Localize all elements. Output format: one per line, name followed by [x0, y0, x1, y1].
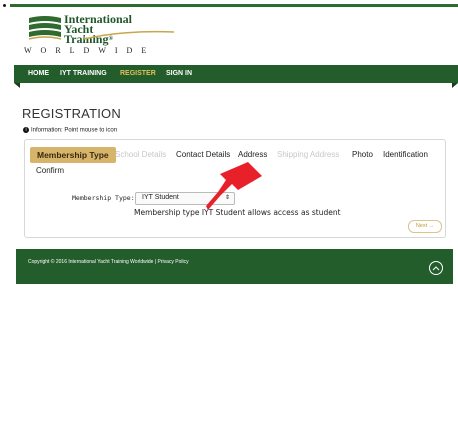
nav-iyt-training[interactable]: IYT TRAINING: [60, 70, 107, 77]
nav-home[interactable]: HOME: [28, 70, 49, 77]
nav-ribbon-fold-left: [14, 83, 20, 88]
info-text: Information: Point mouse to icon: [31, 127, 118, 134]
step-identification[interactable]: Identification: [383, 150, 428, 159]
scroll-to-top-button[interactable]: [429, 261, 443, 275]
sails-icon: [27, 12, 63, 42]
footer-copyright: Copyright © 2016 International Yacht Tra…: [28, 259, 189, 265]
footer: Copyright © 2016 International Yacht Tra…: [16, 249, 453, 284]
logo-tagline: WORLDWIDE: [24, 46, 156, 55]
info-icon[interactable]: i: [23, 127, 29, 133]
step-address[interactable]: Address: [238, 150, 267, 159]
nav-register[interactable]: REGISTER: [120, 70, 156, 77]
step-photo[interactable]: Photo: [352, 150, 373, 159]
chevron-up-icon: [432, 266, 440, 271]
membership-type-value: IYT Student: [142, 194, 179, 201]
select-arrows-icon: ⇕: [224, 195, 230, 201]
membership-type-select[interactable]: IYT Student ⇕: [135, 192, 235, 205]
step-contact-details[interactable]: Contact Details: [176, 150, 230, 159]
corner-dot: [3, 4, 6, 7]
step-membership-type[interactable]: Membership Type: [30, 147, 116, 163]
step-school-details: School Details: [115, 150, 167, 159]
step-shipping-address: Shipping Address: [277, 150, 340, 159]
main-nav: HOME IYT TRAINING REGISTER SIGN IN: [14, 65, 458, 83]
nav-ribbon-fold-right: [452, 83, 458, 88]
next-button[interactable]: Next →: [408, 220, 442, 233]
info-line: i Information: Point mouse to icon: [23, 127, 117, 134]
logo-swoosh-icon: [84, 30, 174, 40]
top-border-line: [10, 4, 458, 7]
nav-sign-in[interactable]: SIGN IN: [166, 70, 192, 77]
site-logo[interactable]: International Yacht Training® WORLDWIDE: [0, 8, 458, 56]
membership-note: Membership type IYT Student allows acces…: [134, 208, 341, 217]
step-confirm[interactable]: Confirm: [36, 166, 64, 175]
page-title: REGISTRATION: [22, 106, 121, 121]
membership-type-label: Membership Type:: [72, 194, 135, 202]
